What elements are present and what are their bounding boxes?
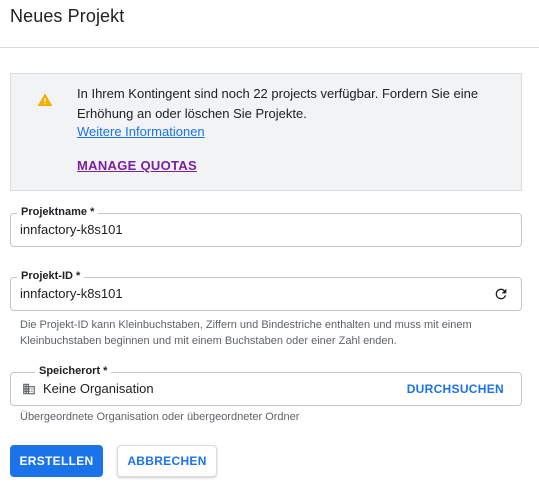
location-value: Keine Organisation xyxy=(43,381,154,396)
quota-notice-text: In Ihrem Kontingent sind noch 22 project… xyxy=(77,86,479,121)
refresh-icon[interactable] xyxy=(493,286,509,302)
create-button[interactable]: ERSTELLEN xyxy=(10,445,103,477)
location-field[interactable]: Speicherort * Keine Organisation DURCHSU… xyxy=(10,364,522,406)
more-info-link[interactable]: Weitere Informationen xyxy=(77,124,205,139)
warning-icon xyxy=(37,93,53,106)
project-id-value[interactable]: innfactory-k8s101 xyxy=(20,286,123,301)
project-name-value[interactable]: innfactory-k8s101 xyxy=(20,222,123,237)
manage-quotas-link[interactable]: MANAGE QUOTAS xyxy=(77,158,197,173)
dialog-header: Neues Projekt xyxy=(0,0,539,48)
browse-button[interactable]: DURCHSUCHEN xyxy=(407,382,504,396)
location-label: Speicherort * xyxy=(35,364,112,378)
organization-icon xyxy=(23,383,35,395)
cancel-button[interactable]: ABBRECHEN xyxy=(117,445,217,477)
project-id-label: Projekt-ID * xyxy=(17,269,85,283)
project-name-field[interactable]: Projektname * innfactory-k8s101 xyxy=(10,205,522,247)
quota-notice: In Ihrem Kontingent sind noch 22 project… xyxy=(10,73,522,191)
dialog-title: Neues Projekt xyxy=(10,6,125,26)
project-id-hint: Die Projekt-ID kann Kleinbuchstaben, Zif… xyxy=(20,319,472,347)
location-hint: Übergeordnete Organisation oder übergeor… xyxy=(20,411,300,423)
project-name-label: Projektname * xyxy=(17,205,99,219)
project-id-field[interactable]: Projekt-ID * innfactory-k8s101 xyxy=(10,269,522,311)
